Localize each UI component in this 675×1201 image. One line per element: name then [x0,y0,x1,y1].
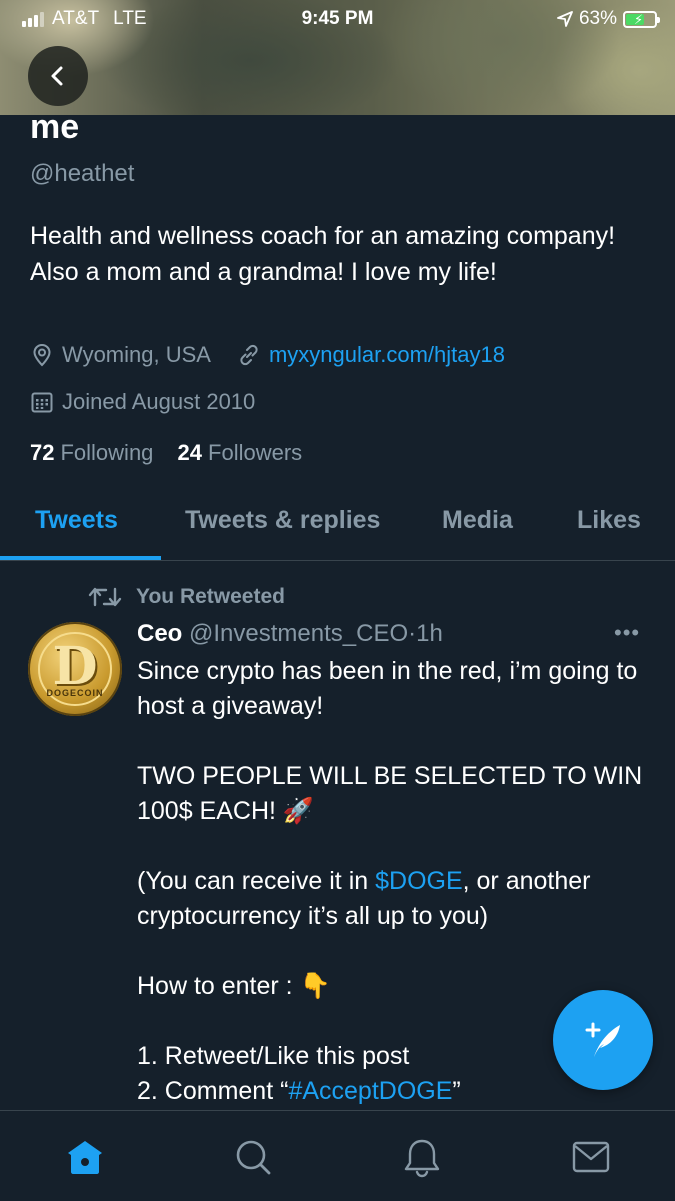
mail-icon [572,1141,610,1173]
retweet-label: You Retweeted [136,585,285,608]
tweet-text-segment: (You can receive it in [137,867,376,895]
following-label: Following [60,440,154,465]
nav-home[interactable] [61,1133,109,1181]
charging-bolt-icon: ⚡ [634,11,644,27]
back-button[interactable] [28,46,88,106]
follow-stats: 72 Following 24 Followers [30,440,302,466]
tweet-line: How to enter : 👇 [137,972,331,1000]
tweet-text-segment: ” [452,1077,461,1105]
profile-handle: @heathet [30,160,135,187]
location-pin-icon [33,343,51,367]
profile-tabs: Tweets Tweets & replies Media Likes [0,490,675,561]
status-right: 63% ⚡ [557,8,660,30]
followers-label: Followers [208,440,303,465]
battery-percent: 63% [578,8,617,29]
search-icon [236,1140,271,1175]
tweet-line: TWO PEOPLE WILL BE SELECTED TO WIN 100$ … [137,762,643,825]
profile-joined-date: Joined August 2010 [62,389,256,414]
tab-likes[interactable]: Likes [577,506,641,535]
nav-search[interactable] [229,1133,277,1181]
profile-name: me [30,108,80,146]
tweet-line: 2. Comment “#AcceptDOGE” [137,1074,647,1109]
compose-tweet-icon [585,1022,620,1057]
retweet-context: You Retweeted [88,584,285,610]
nav-messages[interactable] [567,1133,615,1181]
nav-notifications[interactable] [398,1133,446,1181]
tweet-author-name[interactable]: Ceo [137,620,182,647]
bell-icon [404,1139,440,1178]
following-link[interactable]: 72 Following [30,440,153,465]
tweet-line: Since crypto has been in the red, i’m go… [137,657,638,720]
tab-media[interactable]: Media [442,506,513,535]
avatar-text: DOGECOIN [46,688,104,698]
tweet-time: 1h [416,620,443,647]
bottom-navigation [0,1110,675,1201]
retweet-icon [88,587,122,607]
link-icon [240,344,258,366]
active-tab-indicator [0,556,161,560]
compose-tweet-button[interactable] [553,990,653,1090]
profile-meta-row-1: Wyoming, USA myxyngular.com/hjtay18 [30,342,505,368]
hashtag-link[interactable]: #AcceptDOGE [288,1077,452,1105]
tweet-author-handle[interactable]: @Investments_CEO [189,620,408,647]
tweet-more-button[interactable]: ••• [614,620,640,646]
profile-website-link[interactable]: myxyngular.com/hjtay18 [269,342,505,368]
chevron-left-icon [51,66,63,86]
tweet-line: (You can receive it in $DOGE, or another… [137,864,647,934]
tweet-separator: · [408,620,417,647]
profile-meta-row-2: Joined August 2010 [30,389,255,415]
followers-count: 24 [177,440,203,465]
tweet-header: Ceo @Investments_CEO·1h [137,620,443,648]
calendar-icon [31,392,53,413]
followers-link[interactable]: 24 Followers [178,440,303,465]
tab-tweets[interactable]: Tweets [35,506,118,535]
status-bar: AT&T LTE 9:45 PM 63% ⚡ [0,0,675,40]
cashtag-link[interactable]: $DOGE [375,867,463,895]
tweet-text-segment: 2. Comment “ [137,1077,289,1105]
location-arrow-icon [557,11,573,27]
tab-tweets-replies[interactable]: Tweets & replies [185,506,380,535]
tweet-author-avatar[interactable]: D DOGECOIN [28,622,122,716]
profile-bio: Health and wellness coach for an amazing… [30,222,616,286]
battery-icon: ⚡ [623,10,660,28]
home-icon [68,1141,102,1174]
following-count: 72 [30,440,55,465]
profile-location: Wyoming, USA [62,342,211,367]
